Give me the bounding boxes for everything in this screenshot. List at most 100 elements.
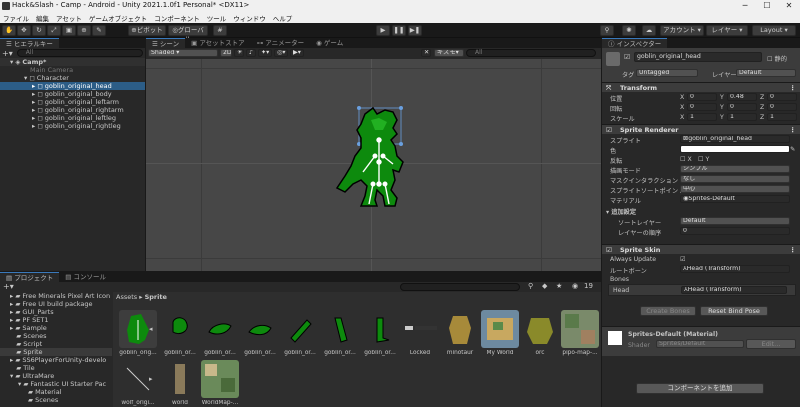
sort-point-dropdown[interactable]: 中心 [680,185,790,193]
scene-root[interactable]: ▾ ◈ Camp* [0,58,145,66]
tools-icon[interactable]: ✕ [421,49,431,57]
filter-type-icon[interactable]: ⚲ [528,282,533,290]
sprite-renderer-header[interactable]: ☑ Sprite Renderer ⋮ [602,124,800,134]
tab-console[interactable]: ▤ コンソール [59,272,112,282]
asset-thumb[interactable] [281,310,319,348]
layout-dropdown[interactable]: Layout ▾ [752,25,796,36]
eyedropper-icon[interactable]: ✎ [790,146,795,153]
play-button[interactable]: ▶ [376,25,390,36]
tab-scene[interactable]: ☰ シーン [146,38,186,48]
sprite-field[interactable]: ⊠goblin_original_head [680,135,790,143]
custom-tool-icon[interactable]: ✎ [92,25,106,36]
filter-label-icon[interactable]: ◆ [542,282,547,290]
cloud-icon[interactable]: ☁ [642,25,656,36]
folder-item[interactable]: ▰ Scenes [0,396,112,404]
create-asset-button[interactable]: +▾ [3,282,14,291]
asset-thumb[interactable] [201,310,239,348]
maximize-button[interactable]: ☐ [756,0,778,12]
account-dropdown[interactable]: アカウント ▾ [660,25,704,36]
add-component-button[interactable]: コンポーネントを追加 [636,383,764,394]
folder-item[interactable]: ▰ Script [0,340,112,348]
create-bones-button[interactable]: Create Bones [640,306,696,316]
asset-thumb[interactable] [361,310,399,348]
audio-icon[interactable]: ♪ [246,49,256,57]
folder-item[interactable]: ▸ ▰ Free UI build package [0,300,112,308]
edit-shader-button[interactable]: Edit... [746,339,796,349]
rotation-z-field[interactable]: 0 [767,103,797,111]
hierarchy-search-input[interactable]: All [16,49,143,57]
effects-icon[interactable]: ✦▾ [258,49,272,57]
goblin-sprite[interactable] [331,100,406,215]
folder-item[interactable]: ▰ Sprite [0,348,112,356]
expand-arrow-icon[interactable]: ▸ [149,375,153,383]
color-field[interactable] [680,145,790,153]
flip-y-checkbox[interactable]: ☐ Y [698,156,709,163]
global-button[interactable]: ◎グローバル [168,25,208,43]
folder-item[interactable]: ▸ ▰ Sample [0,324,112,332]
grid-snap-icon[interactable]: # [213,25,227,36]
scale-x-field[interactable]: 1 [687,113,717,121]
minimize-button[interactable]: ─ [734,0,756,12]
static-toggle[interactable]: ☐ 静的 [767,54,787,63]
2d-toggle[interactable]: 2D [220,49,232,57]
hand-tool-icon[interactable]: ✋ [2,25,16,36]
move-tool-icon[interactable]: ✥ [17,25,31,36]
collab-icon[interactable]: ⚲ [600,25,614,36]
folder-item[interactable]: ▰ Scenes [0,332,112,340]
shading-mode-dropdown[interactable]: Shaded ▾ [148,49,218,57]
reset-bind-pose-button[interactable]: Reset Bind Pose [700,306,768,316]
active-checkbox[interactable]: ☑ [624,53,630,61]
order-field[interactable]: 0 [680,227,790,235]
asset-thumb[interactable] [321,310,359,348]
list-item[interactable]: ▸ ◻ goblin_original_head [0,82,145,90]
asset-thumb-my-world[interactable] [481,310,519,348]
menu-file[interactable]: ファイル [3,13,29,23]
menu-window[interactable]: ウィンドウ [233,13,266,23]
asset-thumb-world[interactable] [161,360,199,398]
rotate-tool-icon[interactable]: ↻ [32,25,46,36]
asset-thumb-worldmap[interactable] [201,360,239,398]
root-bone-field[interactable]: ⅄Head (Transform) [680,265,790,273]
layers-dropdown[interactable]: レイヤー ▾ [706,25,748,36]
rotation-y-field[interactable]: 0 [727,103,757,111]
asset-thumb[interactable] [241,310,279,348]
tab-game[interactable]: ◉ ゲーム [310,38,350,48]
sorting-layer-dropdown[interactable]: Default [680,217,790,225]
tab-inspector[interactable]: ⓘ インスペクター [602,38,668,48]
tag-dropdown[interactable]: Untagged [636,69,698,77]
object-name-field[interactable]: goblin_original_head [634,52,762,62]
tab-asset-store[interactable]: ▣ アセットストア [185,38,251,48]
pause-button[interactable]: ❚❚ [392,25,406,36]
list-item[interactable]: ▸ ◻ goblin_original_leftarm [0,98,145,106]
asset-thumb-pipo-map[interactable] [561,310,599,348]
menu-tools[interactable]: ツール [207,13,227,23]
list-item[interactable]: ▸ ◻ goblin_original_rightleg [0,122,145,130]
breadcrumb-sprite[interactable]: Sprite [145,293,167,301]
list-item[interactable]: Main Camera [0,66,145,74]
asset-thumb-orc[interactable] [521,310,559,348]
folder-item[interactable]: ▸ ▰ PF SET1 [0,316,112,324]
position-y-field[interactable]: 0.48 [727,93,757,101]
list-item[interactable]: ▸ ◻ goblin_original_rightarm [0,106,145,114]
list-item[interactable]: ▸ ◻ goblin_original_body [0,90,145,98]
project-search-input[interactable] [400,283,520,291]
camera-icon[interactable]: ▶▾ [290,49,304,57]
favorite-icon[interactable]: ★ [556,282,562,290]
gizmos-dropdown[interactable]: ギズモ▾ [434,49,464,57]
step-button[interactable]: ▶❚ [408,25,422,36]
scene-search-input[interactable]: All [466,49,596,57]
additional-settings-foldout[interactable]: ▾ 追加設定 [606,207,636,216]
folder-item[interactable]: ▸ ▰ SS6PlayerForUnity-develo [0,356,112,364]
transform-tool-icon[interactable]: ⊕ [77,25,91,36]
scale-y-field[interactable]: 1 [727,113,757,121]
hidden-objects-icon[interactable]: ◎▾ [274,49,288,57]
menu-gameobject[interactable]: ゲームオブジェクト [89,13,147,23]
folder-item[interactable]: ▰ Material [0,388,112,396]
tab-project[interactable]: ▤ プロジェクト [0,272,60,282]
bone-field[interactable]: ⅄Head (Transform) [681,286,787,294]
shader-dropdown[interactable]: Sprites/Default [656,340,744,348]
list-item[interactable]: ▾ ◻ Character [0,74,145,82]
position-z-field[interactable]: 0 [767,93,797,101]
folder-item[interactable]: ▰ Tile [0,364,112,372]
folder-item[interactable]: ▸ ▰ Free Minerals Pixel Art Icon [0,292,112,300]
